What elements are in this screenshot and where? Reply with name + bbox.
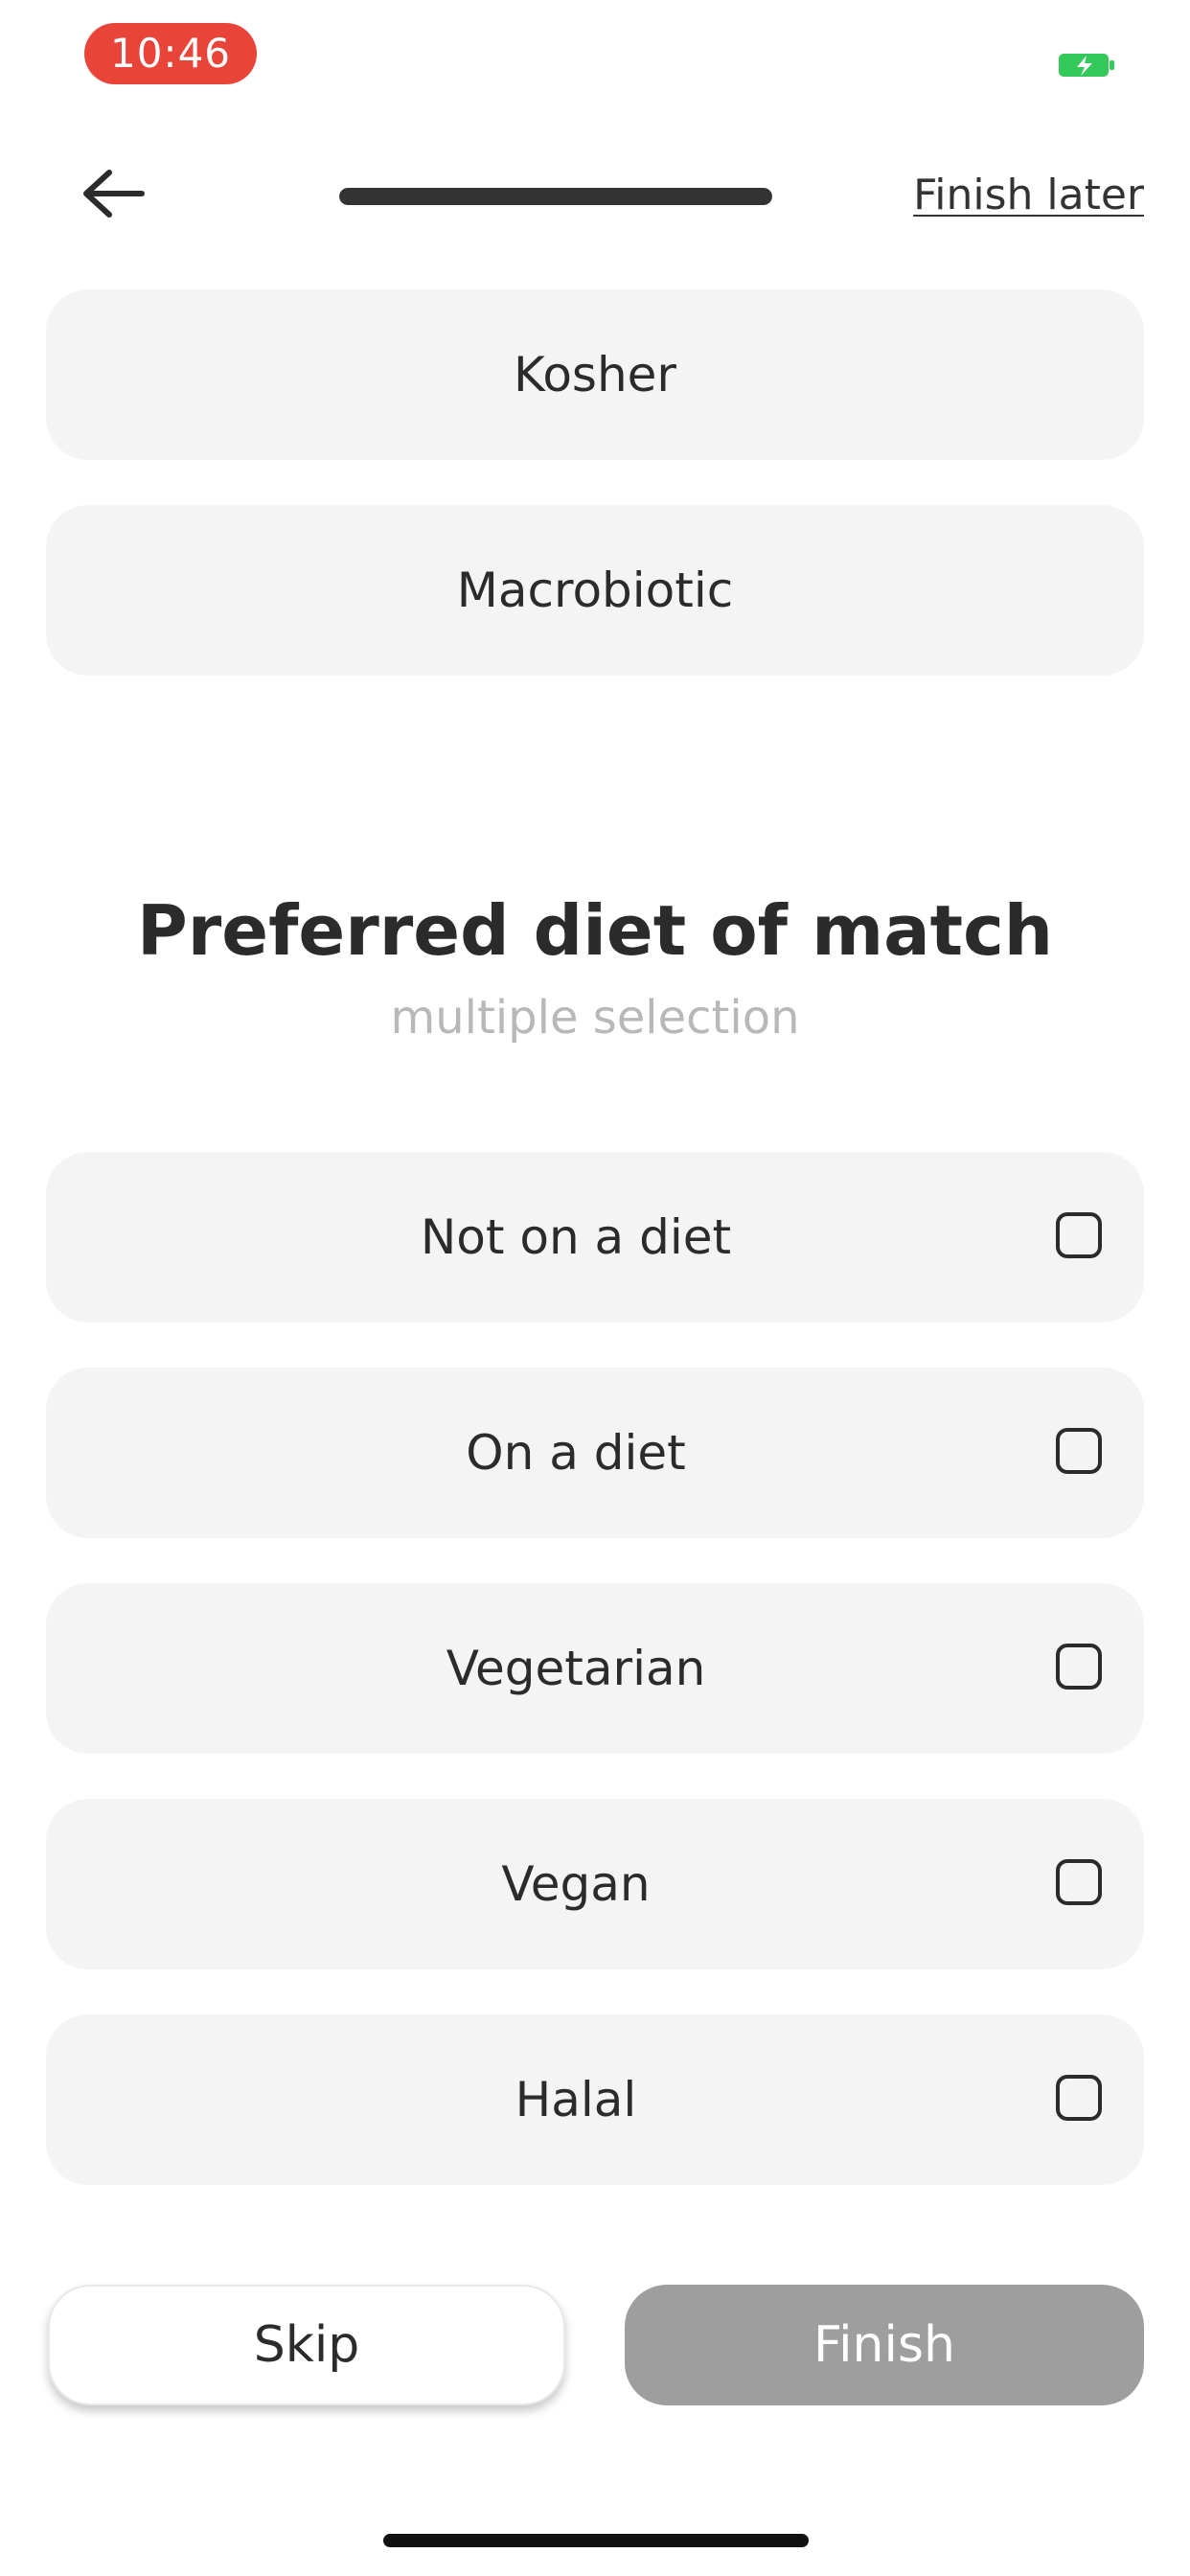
section-subtitle: multiple selection — [390, 991, 800, 1045]
header: Finish later — [0, 144, 1190, 249]
home-indicator — [383, 2534, 809, 2547]
option-halal[interactable]: Halal — [46, 2014, 1144, 2185]
option-label: Not on a diet — [420, 1209, 732, 1265]
back-button[interactable] — [75, 163, 151, 224]
option-label: Vegan — [501, 1856, 651, 1912]
status-bar: 10:46 — [0, 0, 1190, 115]
option-label: Halal — [515, 2072, 637, 2128]
checkbox[interactable] — [1056, 2075, 1102, 2121]
option-label: On a diet — [466, 1425, 686, 1481]
option-label: Macrobiotic — [456, 563, 734, 618]
option-not-on-a-diet[interactable]: Not on a diet — [46, 1152, 1144, 1322]
screen: 10:46 Finish later Kosher Macrobiotic Pr… — [0, 0, 1190, 2576]
checkbox[interactable] — [1056, 1644, 1102, 1690]
option-on-a-diet[interactable]: On a diet — [46, 1368, 1144, 1538]
finish-button[interactable]: Finish — [625, 2285, 1144, 2405]
option-vegan[interactable]: Vegan — [46, 1799, 1144, 1969]
checkbox[interactable] — [1056, 1859, 1102, 1905]
option-label: Vegetarian — [446, 1641, 706, 1696]
option-macrobiotic[interactable]: Macrobiotic — [46, 505, 1144, 676]
option-kosher[interactable]: Kosher — [46, 289, 1144, 460]
option-label: Kosher — [514, 347, 676, 402]
finish-later-link[interactable]: Finish later — [913, 167, 1144, 224]
arrow-left-icon — [83, 170, 145, 218]
progress-bar-fill — [339, 188, 772, 205]
skip-button[interactable]: Skip — [48, 2285, 565, 2405]
checkbox[interactable] — [1056, 1212, 1102, 1258]
progress-bar — [339, 188, 772, 205]
status-time: 10:46 — [84, 23, 257, 84]
option-vegetarian[interactable]: Vegetarian — [46, 1583, 1144, 1754]
section-title: Preferred diet of match — [136, 890, 1054, 971]
battery-charging-icon — [1059, 54, 1114, 77]
checkbox[interactable] — [1056, 1428, 1102, 1474]
